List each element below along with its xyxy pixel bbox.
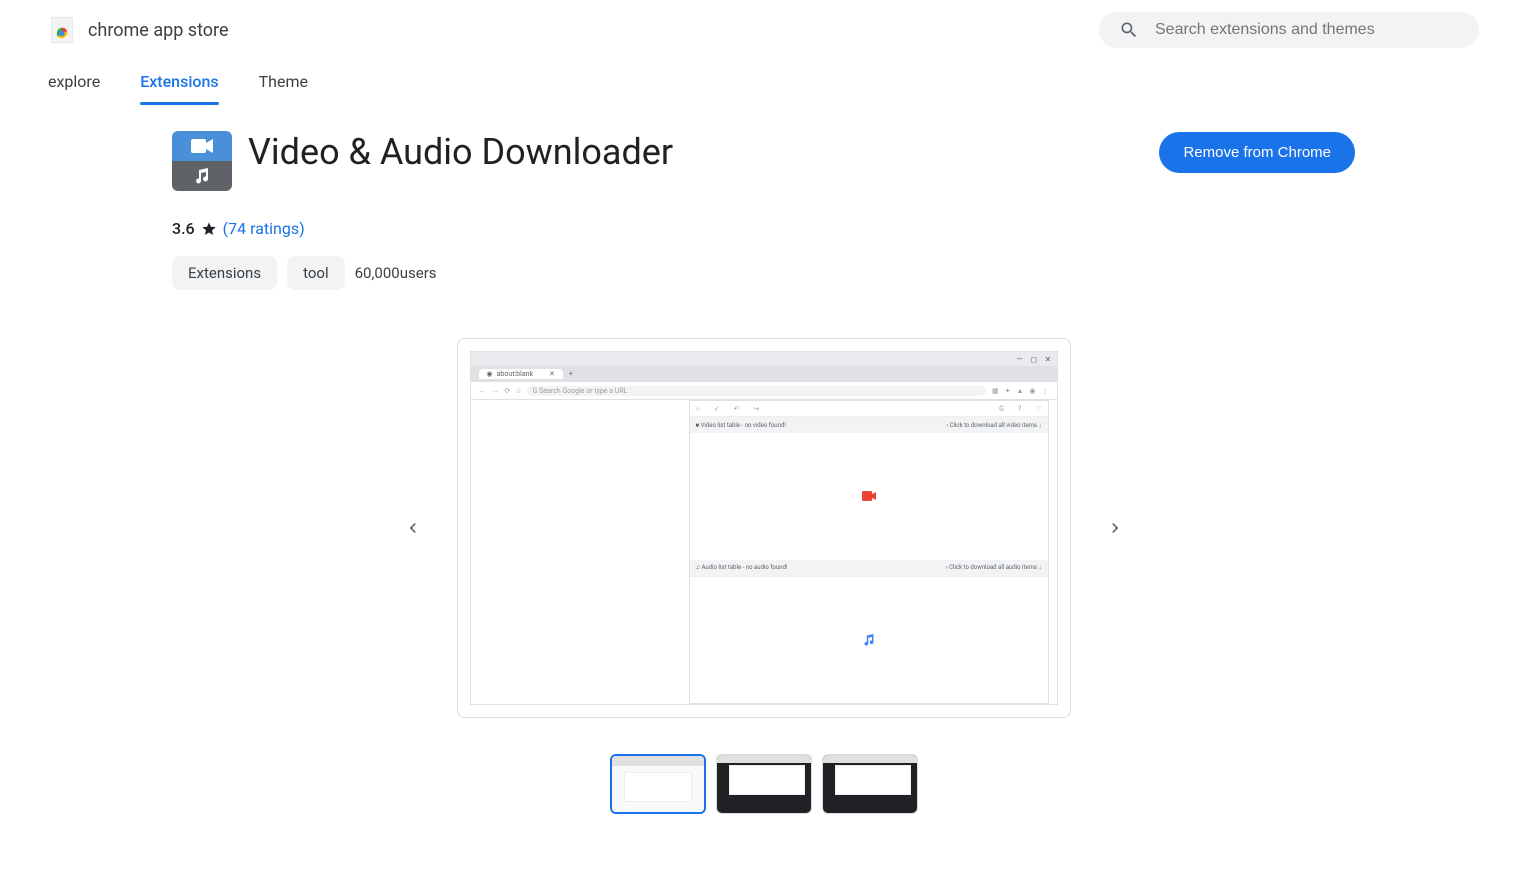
thumbnail-3[interactable] [822, 754, 918, 814]
tab-explore[interactable]: explore [48, 60, 100, 103]
close-icon: ✕ [1045, 356, 1051, 362]
extension-meta: 3.6 (74 ratings) [172, 219, 1355, 238]
video-icon [172, 131, 232, 161]
mini-tab: ◉about:blank✕ [479, 369, 563, 379]
mini-popup: ○ ✓ ↶ ↪ G ? ♡ ■ Vi [689, 400, 1049, 704]
logo[interactable]: chrome app store [48, 16, 229, 44]
audio-section-header: ♫ Audio list table - no audio found! › C… [690, 560, 1048, 576]
tab-extensions[interactable]: Extensions [140, 60, 218, 103]
music-icon [172, 161, 232, 191]
video-section-header: ■ Video list table - no video found! › C… [690, 417, 1048, 433]
star-icon [201, 221, 217, 237]
extension-title-row: Video & Audio Downloader Remove from Chr… [248, 131, 1355, 173]
extension-title: Video & Audio Downloader [248, 131, 673, 173]
video-section-body [690, 433, 1048, 560]
user-count: 60,000users [355, 264, 437, 282]
mini-tabbar: ◉about:blank✕ + [471, 366, 1057, 382]
chevron-left-icon [403, 518, 423, 538]
ratings-link[interactable]: (74 ratings) [223, 219, 305, 238]
thumbnail-2[interactable] [716, 754, 812, 814]
mini-titlebar: — ◻ ✕ [471, 352, 1057, 366]
mini-addrbar: ←→⟳⌂ G Search Google or type a URL ▦✦▲◉⋮ [471, 382, 1057, 400]
mini-addr-field: G Search Google or type a URL [527, 386, 986, 396]
chrome-logo-icon [48, 16, 76, 44]
search-icon [1119, 20, 1139, 40]
content: Video & Audio Downloader Remove from Chr… [0, 103, 1527, 854]
extension-icon [172, 131, 232, 191]
thumbnail-1[interactable] [610, 754, 706, 814]
screenshot-carousel: — ◻ ✕ ◉about:blank✕ + ←→⟳⌂ G Search Goog… [172, 338, 1355, 718]
search-bar[interactable] [1099, 12, 1479, 48]
carousel-next-button[interactable] [1095, 508, 1135, 548]
carousel-prev-button[interactable] [393, 508, 433, 548]
mini-popup-toolbar: ○ ✓ ↶ ↪ G ? ♡ [690, 401, 1048, 417]
tab-theme[interactable]: Theme [259, 60, 308, 103]
tags-row: Extensions tool 60,000users [172, 256, 1355, 290]
maximize-icon: ◻ [1031, 356, 1037, 362]
remove-button[interactable]: Remove from Chrome [1159, 132, 1355, 173]
chevron-right-icon [1105, 518, 1125, 538]
minimize-icon: — [1017, 356, 1023, 362]
rating-value: 3.6 [172, 219, 195, 238]
screenshot-main[interactable]: — ◻ ✕ ◉about:blank✕ + ←→⟳⌂ G Search Goog… [457, 338, 1071, 718]
audio-section-body [690, 576, 1048, 704]
video-icon [862, 491, 876, 501]
search-input[interactable] [1155, 21, 1459, 39]
store-title: chrome app store [88, 20, 229, 41]
nav-tabs: explore Extensions Theme [0, 60, 1527, 103]
tag-extensions[interactable]: Extensions [172, 256, 277, 290]
thumbnail-strip [172, 754, 1355, 814]
tag-tool[interactable]: tool [287, 256, 345, 290]
extension-header: Video & Audio Downloader Remove from Chr… [172, 131, 1355, 191]
header: chrome app store [0, 0, 1527, 60]
mini-browser: — ◻ ✕ ◉about:blank✕ + ←→⟳⌂ G Search Goog… [470, 351, 1058, 705]
music-note-icon [863, 634, 875, 646]
